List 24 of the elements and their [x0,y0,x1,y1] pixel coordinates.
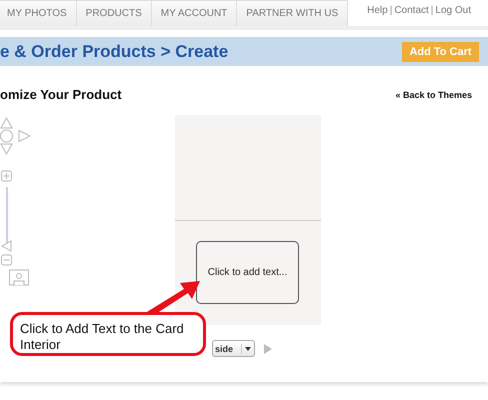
center-icon[interactable] [0,130,13,142]
page-title: e & Order Products > Create [0,42,228,62]
nav-tab[interactable]: PRODUCTS [76,0,152,26]
section-title: omize Your Product [0,87,122,102]
zoom-slider-thumb[interactable] [0,240,12,252]
move-down-icon[interactable] [0,144,13,156]
nav-tab[interactable]: MY ACCOUNT [152,0,238,26]
callout-text: Click to Add Text to the Card Interior [10,312,206,356]
header-link[interactable]: Log Out [435,5,471,26]
zoom-in-icon[interactable] [1,170,12,182]
move-up-icon[interactable] [0,116,13,128]
back-link[interactable]: « Back to Themes [395,90,472,100]
zoom-out-icon[interactable] [1,254,12,266]
header-link[interactable]: Help [367,5,388,26]
separator: | [390,5,392,18]
photo-icon[interactable] [9,270,29,286]
move-right-icon[interactable] [18,130,32,142]
play-icon[interactable] [264,344,272,354]
view-dropdown[interactable]: side [212,340,256,357]
separator: | [430,5,434,18]
text-box[interactable]: Click to add text... [196,241,299,304]
header-link[interactable]: Contact [394,5,429,26]
nav-tab[interactable]: MY PHOTOS [0,0,77,26]
nav-tab[interactable]: PARTNER WITH US [237,0,348,26]
